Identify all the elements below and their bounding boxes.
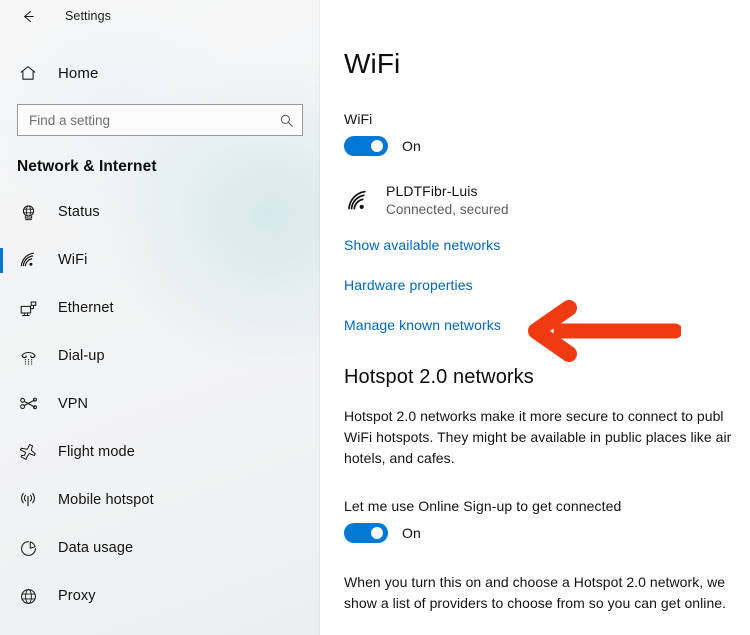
ethernet-icon <box>17 297 39 319</box>
sidebar: Settings Home Network & Internet <box>0 0 320 635</box>
sidebar-item-home-label: Home <box>58 64 99 82</box>
wifi-icon <box>17 249 39 271</box>
sidebar-item-status-label: Status <box>58 204 100 220</box>
sidebar-item-flight-mode-label: Flight mode <box>58 444 135 460</box>
connected-network[interactable]: PLDTFibr-Luis Connected, secured <box>344 183 750 217</box>
sidebar-item-mobile-hotspot[interactable]: Mobile hotspot <box>0 476 320 524</box>
search-box[interactable] <box>17 104 303 136</box>
search-input[interactable] <box>29 112 279 128</box>
sidebar-item-dialup-label: Dial-up <box>58 348 105 364</box>
sidebar-item-home[interactable]: Home <box>0 56 320 90</box>
connected-network-status: Connected, secured <box>386 202 509 217</box>
settings-window: Settings Home Network & Internet <box>0 0 750 635</box>
sidebar-item-wifi[interactable]: WiFi <box>0 236 320 284</box>
home-icon <box>17 62 39 84</box>
wifi-signal-icon <box>344 187 372 215</box>
sidebar-item-ethernet[interactable]: Ethernet <box>0 284 320 332</box>
sidebar-item-mobile-hotspot-label: Mobile hotspot <box>58 492 154 508</box>
back-arrow-icon[interactable] <box>13 1 43 31</box>
main-content: WiFi WiFi On PLDTFibr-Luis Connected, se… <box>320 0 750 635</box>
globe-icon <box>17 585 39 607</box>
sidebar-item-proxy[interactable]: Proxy <box>0 572 320 620</box>
sidebar-item-status[interactable]: Status <box>0 188 320 236</box>
vpn-key-icon <box>17 393 39 415</box>
link-manage-known-networks[interactable]: Manage known networks <box>344 317 501 333</box>
sidebar-item-data-usage[interactable]: Data usage <box>0 524 320 572</box>
globe-monitor-icon <box>17 201 39 223</box>
hotspot-toggle-label: Let me use Online Sign-up to get connect… <box>344 498 622 514</box>
hotspot-section-title: Hotspot 2.0 networks <box>344 366 534 388</box>
sidebar-item-dialup[interactable]: Dial-up <box>0 332 320 380</box>
page-title: WiFi <box>344 48 401 79</box>
titlebar: Settings <box>0 0 320 32</box>
airplane-icon <box>17 441 39 463</box>
connected-network-name: PLDTFibr-Luis <box>386 183 478 199</box>
sidebar-item-ethernet-label: Ethernet <box>58 300 114 316</box>
hotspot-footer-text: When you turn this on and choose a Hotsp… <box>344 574 727 611</box>
hotspot-description: Hotspot 2.0 networks make it more secure… <box>344 408 732 466</box>
wifi-toggle-row: On <box>344 136 750 156</box>
sidebar-item-vpn[interactable]: VPN <box>0 380 320 428</box>
wifi-toggle[interactable] <box>344 136 388 156</box>
sidebar-item-wifi-label: WiFi <box>58 252 88 268</box>
hotspot-toggle-knob <box>371 527 383 539</box>
sidebar-category-title: Network & Internet <box>17 158 157 175</box>
sidebar-item-proxy-label: Proxy <box>58 588 96 604</box>
link-show-available-networks[interactable]: Show available networks <box>344 237 500 253</box>
sidebar-item-flight-mode[interactable]: Flight mode <box>0 428 320 476</box>
pie-chart-icon <box>17 537 39 559</box>
hotspot-online-signup-toggle[interactable] <box>344 523 388 543</box>
connected-network-text: PLDTFibr-Luis Connected, secured <box>386 183 509 217</box>
hotspot-toggle-state: On <box>402 525 421 541</box>
wifi-toggle-knob <box>371 140 383 152</box>
sidebar-nav-list: Status WiFi Ethernet Dial-up VPN Flight … <box>0 188 320 620</box>
sidebar-item-data-usage-label: Data usage <box>58 540 134 556</box>
sidebar-item-vpn-label: VPN <box>58 396 89 412</box>
wifi-toggle-state: On <box>402 138 421 154</box>
app-title: Settings <box>65 9 111 23</box>
wifi-toggle-label: WiFi <box>344 111 373 127</box>
dialup-phone-icon <box>17 345 39 367</box>
hotspot-toggle-row: On <box>344 523 750 543</box>
link-hardware-properties[interactable]: Hardware properties <box>344 277 473 293</box>
search-icon[interactable] <box>279 113 294 128</box>
hotspot-signal-icon <box>17 489 39 511</box>
